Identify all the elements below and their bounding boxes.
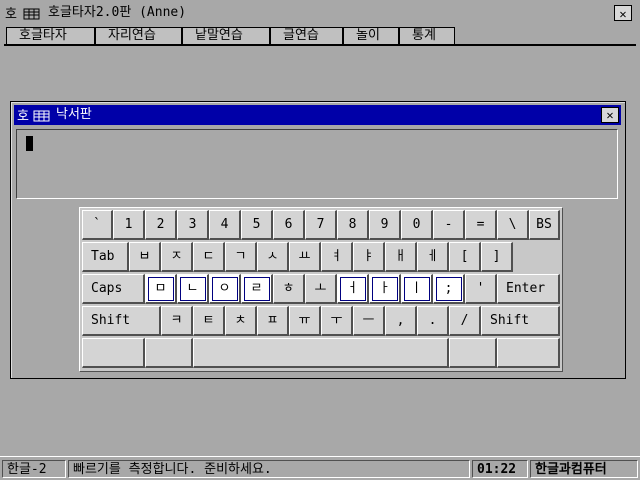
key-jieut[interactable]: ㅈ — [161, 242, 193, 272]
key-nieun[interactable]: ㄴ — [177, 274, 209, 304]
key-bieup[interactable]: ㅂ — [129, 242, 161, 272]
key-0[interactable]: 0 — [401, 210, 433, 240]
key-tab[interactable]: Tab — [82, 242, 129, 272]
key-4[interactable]: 4 — [209, 210, 241, 240]
key-ieung[interactable]: ㅇ — [209, 274, 241, 304]
key-right-alt[interactable] — [449, 338, 497, 368]
menu-hangeul-taja[interactable]: 호글타자 — [6, 27, 95, 44]
key-yeo[interactable]: ㅕ — [321, 242, 353, 272]
status-bar: 한글-2 빠르기를 측정합니다. 준비하세요. 01:22 한글과컴퓨터 — [0, 456, 640, 480]
status-message: 빠르기를 측정합니다. 준비하세요. — [68, 460, 470, 478]
title-bar: 호 호글타자2.0판 (Anne) ✕ — [0, 0, 640, 26]
key-enter[interactable]: Enter — [497, 274, 560, 304]
on-screen-keyboard: ` 1 2 3 4 5 6 7 8 9 0 - = \ BS Tab ㅂ ㅈ ㄷ… — [79, 207, 563, 372]
key-o[interactable]: ㅗ — [305, 274, 337, 304]
menu-position-practice[interactable]: 자리연습 — [95, 27, 182, 44]
key-kieuk[interactable]: ㅋ — [161, 306, 193, 336]
key-e[interactable]: ㅔ — [417, 242, 449, 272]
menu-word-practice[interactable]: 낱말연습 — [182, 27, 270, 44]
key-backslash[interactable]: \ — [497, 210, 529, 240]
key-semicolon[interactable]: ; — [433, 274, 465, 304]
key-left-shift[interactable]: Shift — [82, 306, 161, 336]
key-right-bracket[interactable]: ] — [481, 242, 513, 272]
key-mieum[interactable]: ㅁ — [145, 274, 177, 304]
key-siot[interactable]: ㅅ — [257, 242, 289, 272]
key-ae[interactable]: ㅐ — [385, 242, 417, 272]
key-backtick[interactable]: ` — [82, 210, 113, 240]
key-giyeok[interactable]: ㄱ — [225, 242, 257, 272]
key-ya[interactable]: ㅑ — [353, 242, 385, 272]
menu-text-practice[interactable]: 글연습 — [270, 27, 343, 44]
key-right-ctrl[interactable] — [497, 338, 560, 368]
key-pieup[interactable]: ㅍ — [257, 306, 289, 336]
scratchpad-title-bar: 호 낙서판 ✕ — [14, 105, 621, 125]
key-eu[interactable]: ㅡ — [353, 306, 385, 336]
key-hieut[interactable]: ㅎ — [273, 274, 305, 304]
key-digeut[interactable]: ㄷ — [193, 242, 225, 272]
app-title: 호글타자2.0판 (Anne) — [48, 5, 187, 20]
key-comma[interactable]: , — [385, 306, 417, 336]
typing-input-area[interactable] — [16, 129, 618, 199]
svg-text:호: 호 — [5, 7, 17, 21]
key-left-bracket[interactable]: [ — [449, 242, 481, 272]
key-yo[interactable]: ㅛ — [289, 242, 321, 272]
key-eo[interactable]: ㅓ — [337, 274, 369, 304]
key-quote[interactable]: ' — [465, 274, 497, 304]
key-space[interactable] — [193, 338, 449, 368]
key-rieul[interactable]: ㄹ — [241, 274, 273, 304]
key-2[interactable]: 2 — [145, 210, 177, 240]
menu-games[interactable]: 놀이 — [343, 27, 399, 44]
key-equals[interactable]: = — [465, 210, 497, 240]
clock: 01:22 — [472, 460, 528, 478]
key-caps[interactable]: Caps — [82, 274, 145, 304]
key-left-ctrl[interactable] — [82, 338, 145, 368]
key-7[interactable]: 7 — [305, 210, 337, 240]
key-chieut[interactable]: ㅊ — [225, 306, 257, 336]
close-icon[interactable]: ✕ — [601, 107, 619, 123]
key-i[interactable]: ㅣ — [401, 274, 433, 304]
key-9[interactable]: 9 — [369, 210, 401, 240]
key-minus[interactable]: - — [433, 210, 465, 240]
key-8[interactable]: 8 — [337, 210, 369, 240]
menu-bar: 호글타자 자리연습 낱말연습 글연습 놀이 통계 — [4, 26, 636, 46]
system-menu-icon[interactable]: 호 — [4, 5, 44, 21]
key-left-alt[interactable] — [145, 338, 193, 368]
key-yu[interactable]: ㅠ — [289, 306, 321, 336]
menu-statistics[interactable]: 통계 — [399, 27, 455, 44]
key-5[interactable]: 5 — [241, 210, 273, 240]
key-slash[interactable]: / — [449, 306, 481, 336]
key-right-shift[interactable]: Shift — [481, 306, 560, 336]
key-tieut[interactable]: ㅌ — [193, 306, 225, 336]
system-menu-icon[interactable]: 호 — [16, 107, 52, 123]
key-1[interactable]: 1 — [113, 210, 145, 240]
key-backspace[interactable]: BS — [529, 210, 560, 240]
key-a[interactable]: ㅏ — [369, 274, 401, 304]
svg-text:호: 호 — [17, 109, 29, 123]
text-cursor — [26, 136, 33, 151]
key-3[interactable]: 3 — [177, 210, 209, 240]
scratchpad-title: 낙서판 — [56, 107, 92, 122]
key-u[interactable]: ㅜ — [321, 306, 353, 336]
scratchpad-window: 호 낙서판 ✕ ` 1 2 3 4 5 6 7 8 9 0 - = \ BS T… — [10, 101, 626, 379]
close-icon[interactable]: ✕ — [614, 5, 632, 21]
key-period[interactable]: . — [417, 306, 449, 336]
key-6[interactable]: 6 — [273, 210, 305, 240]
company-name: 한글과컴퓨터 — [530, 460, 638, 478]
input-mode-indicator: 한글-2 — [2, 460, 66, 478]
